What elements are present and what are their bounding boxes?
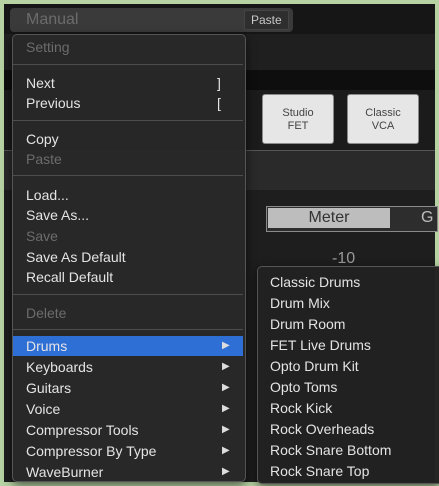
model-button-studio-fet[interactable]: Studio FET [262, 94, 334, 144]
submenu-arrow-icon: ▶ [222, 340, 230, 351]
shortcut-next: ] [217, 75, 221, 91]
submenu-item-opto-drum-kit[interactable]: Opto Drum Kit [270, 357, 359, 375]
menu-item-recall-default[interactable]: Recall Default [26, 268, 113, 286]
submenu-item-fet-live-drums[interactable]: FET Live Drums [270, 336, 371, 354]
submenu-arrow-icon: ▶ [222, 445, 230, 456]
submenu-item-rock-snare-bottom[interactable]: Rock Snare Bottom [270, 441, 391, 459]
submenu-arrow-icon: ▶ [222, 424, 230, 435]
menu-item-compressor-tools[interactable]: Compressor Tools [26, 421, 139, 439]
menu-item-copy[interactable]: Copy [26, 130, 59, 148]
menu-item-waveburner[interactable]: WaveBurner [26, 463, 103, 481]
menu-separator [13, 64, 243, 65]
menu-item-paste: Paste [26, 151, 62, 167]
menu-separator [13, 329, 243, 330]
menu-item-delete: Delete [26, 305, 67, 321]
menu-item-drums[interactable]: Drums [26, 337, 67, 355]
menu-item-guitars[interactable]: Guitars [26, 379, 71, 397]
menu-item-voice[interactable]: Voice [26, 400, 60, 418]
menu-item-save: Save [26, 228, 58, 244]
menu-separator [13, 120, 243, 121]
submenu-item-rock-overheads[interactable]: Rock Overheads [270, 420, 374, 438]
submenu-arrow-icon: ▶ [222, 403, 230, 414]
menu-item-next[interactable]: Next [26, 74, 55, 92]
paste-button[interactable]: Paste [244, 10, 289, 30]
menu-separator [13, 175, 243, 176]
submenu-item-classic-drums[interactable]: Classic Drums [270, 273, 360, 291]
submenu-item-drum-room[interactable]: Drum Room [270, 315, 345, 333]
submenu-arrow-icon: ▶ [222, 382, 230, 393]
submenu-item-drum-mix[interactable]: Drum Mix [270, 294, 330, 312]
model-button-classic-vca[interactable]: Classic VCA [347, 94, 419, 144]
menu-item-compressor-by-type[interactable]: Compressor By Type [26, 442, 156, 460]
menu-item-save-as-default[interactable]: Save As Default [26, 248, 126, 266]
gain-tab[interactable]: G [393, 208, 439, 228]
menu-item-keyboards[interactable]: Keyboards [26, 358, 93, 376]
preset-value: Manual [26, 11, 79, 28]
shortcut-previous: [ [217, 95, 221, 111]
menu-separator [13, 294, 243, 295]
submenu-item-opto-toms[interactable]: Opto Toms [270, 378, 337, 396]
submenu-arrow-icon: ▶ [222, 466, 230, 477]
submenu-arrow-icon: ▶ [222, 361, 230, 372]
meter-tab[interactable]: Meter [268, 208, 390, 228]
menu-item-previous[interactable]: Previous [26, 94, 80, 112]
menu-item-load[interactable]: Load... [26, 186, 69, 204]
menu-item-save-as[interactable]: Save As... [26, 206, 89, 224]
submenu-item-rock-kick[interactable]: Rock Kick [270, 399, 332, 417]
menu-item-setting: Setting [26, 39, 70, 55]
submenu-item-rock-snare-top[interactable]: Rock Snare Top [270, 462, 369, 480]
